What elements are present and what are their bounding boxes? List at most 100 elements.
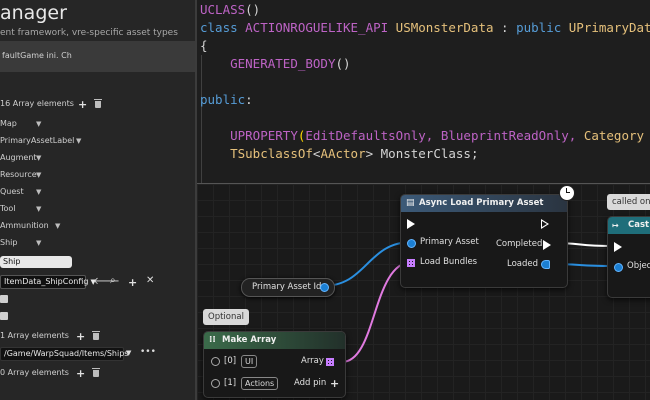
function-icon: ⁞⁞ bbox=[209, 335, 216, 345]
clear-icon[interactable]: ✕ bbox=[146, 275, 154, 286]
trash-icon[interactable] bbox=[94, 99, 102, 108]
list-item[interactable]: Tool ▼ bbox=[0, 202, 195, 217]
asset-class-dropdown[interactable]: ItemData_ShipConfig ▼ bbox=[0, 275, 96, 289]
chevron-down-icon[interactable]: ▼ bbox=[36, 188, 41, 196]
code-line[interactable]: UPROPERTY(EditDefaultsOnly, BlueprintRea… bbox=[200, 128, 644, 143]
element-index: [0] bbox=[224, 356, 237, 366]
object-pin[interactable] bbox=[614, 263, 623, 272]
chevron-down-icon[interactable]: ▼ bbox=[36, 239, 41, 247]
asset-manager-panel: anager ent framework, vre-specific asset… bbox=[0, 0, 195, 400]
trash-icon[interactable] bbox=[92, 368, 100, 377]
trash-icon[interactable] bbox=[92, 331, 100, 340]
chevron-down-icon[interactable]: ▼ bbox=[76, 137, 81, 145]
blueprint-graph[interactable]: ▤ Async Load Primary Asset Primary Asset… bbox=[197, 184, 650, 400]
loaded-pin[interactable] bbox=[541, 260, 550, 269]
exec-in-pin[interactable] bbox=[614, 242, 622, 252]
add-pin-label[interactable]: Add pin bbox=[294, 378, 326, 388]
called-on-comment[interactable]: called on bbox=[607, 194, 650, 210]
list-item[interactable]: Augment ▼ bbox=[0, 151, 195, 166]
element-pin[interactable] bbox=[211, 379, 220, 388]
code-line[interactable]: { bbox=[200, 38, 208, 53]
chevron-down-icon[interactable]: ▼ bbox=[36, 120, 41, 128]
optional-comment[interactable]: Optional bbox=[203, 309, 249, 325]
element-value[interactable]: UI bbox=[241, 355, 258, 368]
ini-source-label: faultGame ini. Ch bbox=[2, 51, 72, 60]
cast-icon: ↦ bbox=[612, 221, 619, 230]
arrow-left-icon[interactable]: 🡐 bbox=[93, 275, 120, 287]
code-token: GENERATED_BODY bbox=[230, 56, 336, 71]
code-token: () bbox=[245, 2, 261, 17]
item-label: Ammunition bbox=[0, 221, 49, 230]
code-token: UPROPERTY bbox=[230, 128, 298, 143]
add-element-icon[interactable]: + bbox=[78, 99, 87, 110]
node-header: ▤ Async Load Primary Asset bbox=[401, 195, 567, 212]
array-header-row: 1 Array elements + bbox=[0, 329, 195, 344]
chevron-down-icon[interactable]: ▼ bbox=[55, 222, 60, 230]
code-line[interactable]: UCLASS() bbox=[200, 2, 260, 17]
item-label: Tool bbox=[0, 204, 16, 213]
array-header-row: 0 Array elements + bbox=[0, 366, 195, 381]
pin-label: Completed bbox=[496, 239, 543, 249]
code-line[interactable]: public: bbox=[200, 92, 253, 107]
node-header: ↦ Cast bbox=[608, 217, 650, 234]
code-line[interactable]: TSubclassOf<AActor> MonsterClass; bbox=[200, 146, 478, 161]
add-element-icon[interactable]: + bbox=[76, 331, 85, 342]
add-icon[interactable]: + bbox=[128, 277, 137, 288]
item-label: Ship bbox=[0, 238, 18, 247]
list-item[interactable]: Map ▼ bbox=[0, 117, 195, 132]
list-item[interactable]: Resource ▼ bbox=[0, 168, 195, 183]
chevron-down-icon[interactable]: ▼ bbox=[36, 171, 41, 179]
chevron-down-icon[interactable]: ▼ bbox=[36, 205, 41, 213]
directory-path-field[interactable]: /Game/WarpSquad/Items/Ships bbox=[0, 347, 128, 361]
variable-output-pin[interactable] bbox=[320, 283, 329, 292]
code-token: AActor bbox=[320, 146, 366, 161]
code-editor[interactable]: UCLASS() class ACTIONROGUELIKE_API USMons… bbox=[197, 0, 650, 183]
code-token: USMonsterData bbox=[395, 20, 494, 35]
list-item[interactable]: Ship ▼ bbox=[0, 236, 195, 251]
completed-exec-pin[interactable] bbox=[543, 240, 551, 250]
pin-label: Load Bundles bbox=[420, 257, 478, 267]
code-line[interactable]: GENERATED_BODY() bbox=[200, 56, 350, 71]
code-line[interactable]: class ACTIONROGUELIKE_API USMonsterData … bbox=[200, 20, 650, 35]
primary-asset-id-variable[interactable]: Primary Asset Id bbox=[241, 278, 335, 297]
checkbox[interactable] bbox=[0, 295, 8, 303]
primary-asset-pin[interactable] bbox=[407, 239, 416, 248]
more-options-icon[interactable]: ••• bbox=[140, 347, 156, 357]
chevron-down-icon[interactable]: ▼ bbox=[126, 349, 131, 357]
code-token: public bbox=[200, 92, 246, 107]
load-bundles-pin[interactable] bbox=[407, 259, 415, 267]
code-token: : bbox=[245, 92, 253, 107]
code-token: : bbox=[493, 20, 517, 35]
code-token: { bbox=[200, 38, 208, 53]
item-label: Augment bbox=[0, 153, 37, 162]
exec-in-pin[interactable] bbox=[407, 219, 415, 229]
list-item[interactable]: Quest ▼ bbox=[0, 185, 195, 200]
ship-type-field[interactable]: Ship bbox=[0, 256, 72, 268]
list-item[interactable]: Ammunition ▼ bbox=[0, 219, 195, 234]
add-pin-icon[interactable]: + bbox=[330, 378, 339, 389]
array-output-pin[interactable] bbox=[326, 358, 334, 366]
wire-primary-asset-id bbox=[322, 241, 413, 287]
function-icon: ▤ bbox=[406, 198, 415, 208]
array-output-label: Array bbox=[301, 356, 324, 366]
element-pin[interactable] bbox=[211, 357, 220, 366]
checkbox[interactable] bbox=[0, 312, 8, 320]
element-value[interactable]: Actions bbox=[241, 377, 279, 390]
make-array-node[interactable]: ⁞⁞ Make Array [0] UI Array [1] Actions A… bbox=[203, 331, 346, 398]
search-icon[interactable]: ⌕ bbox=[110, 275, 116, 286]
item-label: Map bbox=[0, 119, 17, 128]
panel-title: anager bbox=[0, 2, 67, 24]
list-item[interactable]: PrimaryAssetLabel ▼ bbox=[0, 134, 195, 149]
async-load-primary-asset-node[interactable]: ▤ Async Load Primary Asset Primary Asset… bbox=[400, 185, 575, 288]
variable-label: Primary Asset Id bbox=[252, 282, 322, 292]
pin-label: Primary Asset bbox=[420, 237, 479, 247]
exec-out-pin[interactable] bbox=[541, 219, 549, 229]
clock-icon bbox=[559, 185, 575, 201]
add-element-icon[interactable]: + bbox=[76, 368, 85, 379]
cast-node[interactable]: ↦ Cast Objec bbox=[607, 216, 650, 298]
chevron-down-icon[interactable]: ▼ bbox=[36, 154, 41, 162]
node-title: Cast bbox=[628, 220, 650, 230]
item-label: Quest bbox=[0, 187, 24, 196]
